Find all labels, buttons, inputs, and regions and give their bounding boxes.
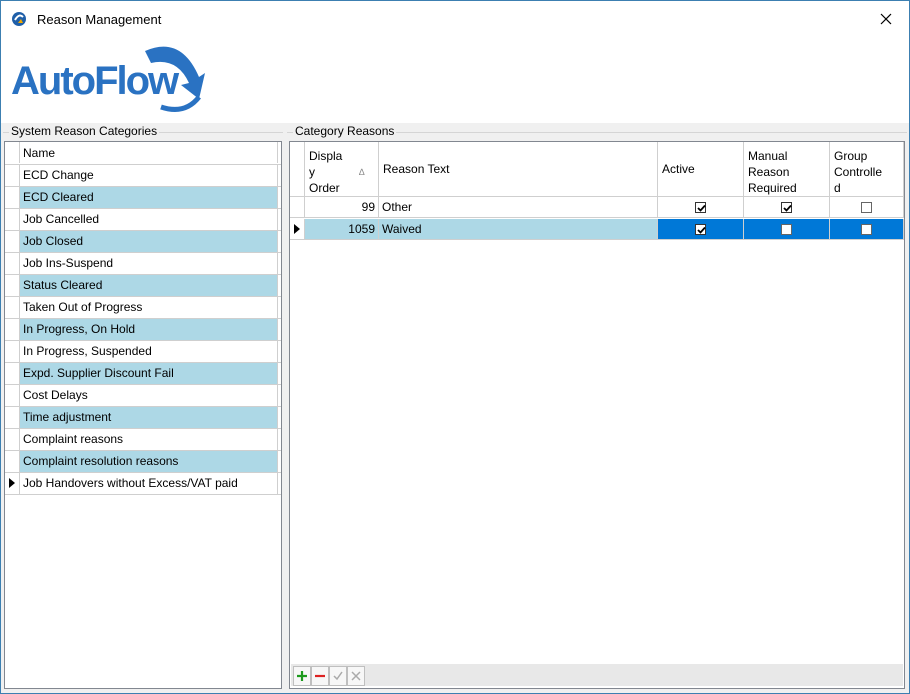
row-selector[interactable] xyxy=(5,253,20,274)
manual-reason-required-column-header[interactable]: Manual Reason Required xyxy=(744,142,830,197)
display-order-header-label: Displa y Order xyxy=(309,149,343,195)
category-row[interactable]: Expd. Supplier Discount Fail xyxy=(5,363,281,385)
manual-reason-required-checkbox[interactable] xyxy=(781,224,792,235)
row-selector-header xyxy=(5,142,20,163)
sort-ascending-icon: ∆ xyxy=(359,167,365,177)
row-selector[interactable] xyxy=(5,297,20,318)
category-name-cell[interactable]: Job Closed xyxy=(20,231,278,252)
reason-text-cell[interactable]: Waived xyxy=(379,219,658,240)
active-column-header[interactable]: Active xyxy=(658,142,744,197)
check-icon xyxy=(333,671,343,681)
category-name-cell[interactable]: Job Cancelled xyxy=(20,209,278,230)
active-cell xyxy=(658,197,744,218)
row-selector[interactable] xyxy=(5,275,20,296)
row-selector[interactable] xyxy=(5,187,20,208)
close-button[interactable] xyxy=(863,1,909,37)
group-controlled-checkbox[interactable] xyxy=(861,202,872,213)
window-title: Reason Management xyxy=(37,12,162,27)
reason-text-column-header[interactable]: Reason Text xyxy=(379,142,658,197)
category-name-cell[interactable]: In Progress, Suspended xyxy=(20,341,278,362)
title-bar: Reason Management xyxy=(1,1,909,37)
category-row[interactable]: Complaint reasons xyxy=(5,429,281,451)
logo-area: AutoFlow xyxy=(1,37,909,123)
category-row[interactable]: Job Cancelled xyxy=(5,209,281,231)
add-reason-button[interactable] xyxy=(293,666,311,686)
display-order-cell[interactable]: 1059 xyxy=(305,219,379,240)
current-row-arrow-icon xyxy=(294,224,300,234)
category-name-cell[interactable]: ECD Cleared xyxy=(20,187,278,208)
category-name-cell[interactable]: Status Cleared xyxy=(20,275,278,296)
categories-grid[interactable]: Name ECD Change ECD Cleared Job Cancelled J… xyxy=(4,141,282,689)
plus-icon xyxy=(297,671,307,681)
row-selector[interactable] xyxy=(290,219,305,240)
category-name-cell[interactable]: Complaint resolution reasons xyxy=(20,451,278,472)
confirm-button[interactable] xyxy=(329,666,347,686)
row-selector-header xyxy=(290,142,305,197)
category-row[interactable]: Job Closed xyxy=(5,231,281,253)
minus-icon xyxy=(315,674,325,678)
reasons-toolbar xyxy=(291,664,903,686)
row-selector[interactable] xyxy=(5,363,20,384)
category-row[interactable]: Cost Delays xyxy=(5,385,281,407)
row-selector[interactable] xyxy=(5,341,20,362)
category-row[interactable]: In Progress, Suspended xyxy=(5,341,281,363)
active-checkbox[interactable] xyxy=(695,224,706,235)
row-selector[interactable] xyxy=(5,429,20,450)
system-reason-categories-label: System Reason Categories xyxy=(9,124,160,138)
app-icon xyxy=(11,11,27,27)
row-selector[interactable] xyxy=(5,451,20,472)
category-name-cell[interactable]: ECD Change xyxy=(20,165,278,186)
row-selector[interactable] xyxy=(5,407,20,428)
reason-row[interactable]: 1059 Waived xyxy=(290,219,904,241)
category-row[interactable]: Time adjustment xyxy=(5,407,281,429)
group-controlled-column-header[interactable]: Group Controlle d xyxy=(830,142,904,197)
remove-reason-button[interactable] xyxy=(311,666,329,686)
close-icon xyxy=(880,13,892,25)
name-column-header[interactable]: Name xyxy=(20,142,278,163)
category-row[interactable]: Complaint resolution reasons xyxy=(5,451,281,473)
category-name-cell[interactable]: In Progress, On Hold xyxy=(20,319,278,340)
category-reasons-label: Category Reasons xyxy=(293,124,397,138)
category-row[interactable]: In Progress, On Hold xyxy=(5,319,281,341)
manual-reason-required-checkbox[interactable] xyxy=(781,202,792,213)
group-controlled-cell xyxy=(830,219,904,240)
reasons-grid[interactable]: Displa y Order ∆ Reason Text Active Manua… xyxy=(289,141,905,689)
display-order-cell[interactable]: 99 xyxy=(305,197,379,218)
category-name-cell[interactable]: Cost Delays xyxy=(20,385,278,406)
cancel-button[interactable] xyxy=(347,666,365,686)
category-name-cell[interactable]: Expd. Supplier Discount Fail xyxy=(20,363,278,384)
logo-swoosh-icon xyxy=(145,46,205,112)
group-controlled-checkbox[interactable] xyxy=(861,224,872,235)
active-cell xyxy=(658,219,744,240)
row-selector[interactable] xyxy=(5,385,20,406)
row-selector[interactable] xyxy=(5,319,20,340)
row-selector[interactable] xyxy=(5,165,20,186)
category-name-cell[interactable]: Job Ins-Suspend xyxy=(20,253,278,274)
manual-reason-required-cell xyxy=(744,219,830,240)
reason-text-cell[interactable]: Other xyxy=(379,197,658,218)
current-row-arrow-icon xyxy=(9,478,15,488)
group-controlled-cell xyxy=(830,197,904,218)
category-name-cell[interactable]: Job Handovers without Excess/VAT paid xyxy=(20,473,278,494)
category-row[interactable]: Job Ins-Suspend xyxy=(5,253,281,275)
category-name-cell[interactable]: Taken Out of Progress xyxy=(20,297,278,318)
category-name-cell[interactable]: Time adjustment xyxy=(20,407,278,428)
category-row[interactable]: Status Cleared xyxy=(5,275,281,297)
category-name-cell[interactable]: Complaint reasons xyxy=(20,429,278,450)
category-row[interactable]: Taken Out of Progress xyxy=(5,297,281,319)
manual-reason-required-cell xyxy=(744,197,830,218)
active-checkbox[interactable] xyxy=(695,202,706,213)
row-selector[interactable] xyxy=(5,473,20,494)
category-row[interactable]: Job Handovers without Excess/VAT paid xyxy=(5,473,281,495)
x-icon xyxy=(351,671,361,681)
row-selector[interactable] xyxy=(5,231,20,252)
category-row[interactable]: ECD Change xyxy=(5,165,281,187)
row-selector[interactable] xyxy=(290,197,305,218)
reason-row[interactable]: 99 Other xyxy=(290,197,904,219)
category-row[interactable]: ECD Cleared xyxy=(5,187,281,209)
display-order-column-header[interactable]: Displa y Order ∆ xyxy=(305,142,379,197)
categories-header: Name xyxy=(5,142,281,165)
row-selector[interactable] xyxy=(5,209,20,230)
